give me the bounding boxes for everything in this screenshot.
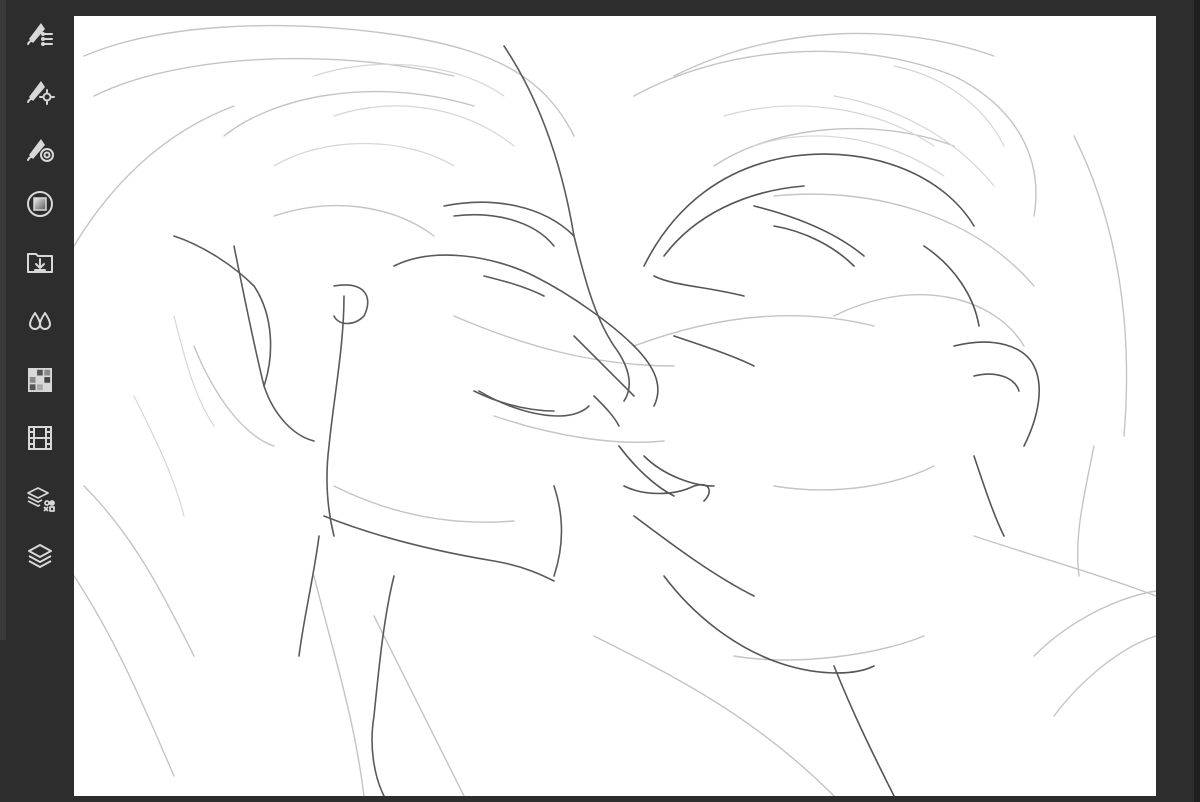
- sketch-artwork: [74, 24, 1156, 796]
- brush-list-icon: [27, 23, 53, 46]
- import-folder-icon: [27, 253, 53, 273]
- layers-icon: [28, 544, 52, 568]
- drawing-app: [0, 0, 1200, 802]
- brush-target-button[interactable]: [20, 128, 60, 168]
- brush-settings-icon: [27, 81, 55, 105]
- color-square-icon: [27, 191, 53, 217]
- color-drops-button[interactable]: [20, 300, 60, 340]
- left-toolbar: [6, 0, 74, 802]
- drawing-canvas[interactable]: [74, 16, 1156, 796]
- layer-properties-button[interactable]: [20, 478, 60, 518]
- filmstrip-icon: [28, 426, 52, 450]
- color-button[interactable]: [20, 184, 60, 224]
- color-drops-icon: [29, 312, 51, 330]
- right-edge-strip: [1194, 0, 1200, 802]
- brush-list-button[interactable]: [20, 12, 60, 52]
- animation-button[interactable]: [20, 418, 60, 458]
- grid-palette-button[interactable]: [20, 360, 60, 400]
- layer-shapes-icon: [27, 487, 55, 512]
- brush-settings-button[interactable]: [20, 70, 60, 110]
- grid-palette-icon: [28, 368, 52, 392]
- brush-target-icon: [27, 139, 54, 162]
- layers-button[interactable]: [20, 536, 60, 576]
- import-button[interactable]: [20, 242, 60, 282]
